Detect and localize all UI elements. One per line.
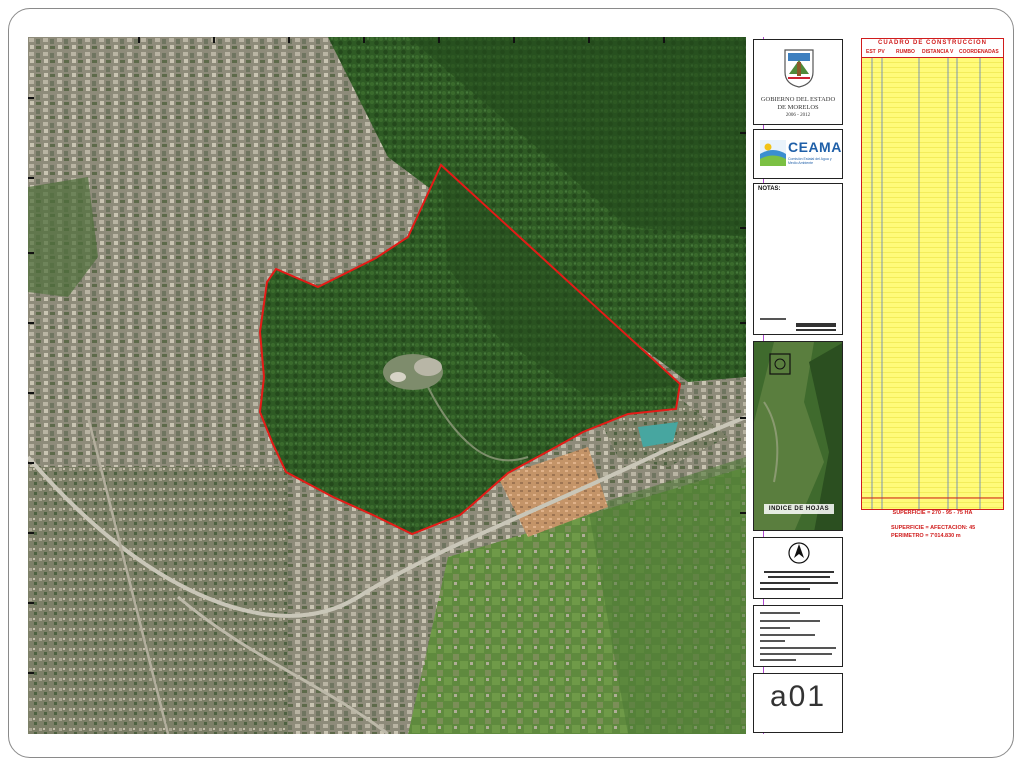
index-box: INDICE DE HOJAS — [753, 341, 843, 531]
map-tick — [138, 37, 140, 43]
notes-mark — [796, 329, 836, 331]
col-header-pv: PV — [878, 49, 885, 55]
table-footer-area: SUPERFICIE = 270 - 95 - 75 HA — [892, 510, 973, 516]
map-tick — [740, 227, 746, 229]
col-header-coordenadas: COORDENADAS — [959, 49, 999, 55]
table-footer-perimeter: PERIMETRO = 7'014.830 m — [891, 533, 961, 539]
map-tick — [740, 132, 746, 134]
map-tick — [28, 322, 34, 324]
map-tick — [288, 37, 290, 43]
title-block: GOBIERNO DEL ESTADO DE MORELOS 2006 - 20… — [750, 37, 846, 734]
source-line — [760, 634, 815, 636]
ceama-logo-icon — [760, 140, 786, 166]
map-tick — [28, 97, 34, 99]
map-tick — [28, 462, 34, 464]
info-line — [768, 576, 830, 578]
government-period: 2006 - 2012 — [785, 113, 811, 118]
col-header-rumbo: RUMBO — [896, 49, 915, 55]
construction-table-title: CUADRO DE CONSTRUCCION — [862, 39, 1003, 48]
map-tick — [438, 37, 440, 43]
col-header-v: V — [950, 49, 954, 55]
construction-table-header: EST PV RUMBO DISTANCIA V COORDENADAS — [862, 48, 1003, 58]
agency-box: CEAMA Comisión Estatal del Agua y Medio … — [753, 129, 843, 179]
map-tick — [28, 252, 34, 254]
agency-subtitle: Comisión Estatal del Agua y Medio Ambien… — [788, 157, 832, 165]
sheet-code: a01 — [769, 680, 827, 713]
north-arrow-icon — [788, 542, 810, 564]
agency-logo-text: CEAMA — [788, 139, 842, 155]
source-line — [760, 640, 785, 642]
map-tick — [28, 602, 34, 604]
construction-table: CUADRO DE CONSTRUCCION EST PV RUMBO DIST… — [861, 38, 1004, 510]
source-line — [760, 647, 836, 649]
north-box — [753, 537, 843, 599]
info-line — [760, 588, 810, 590]
source-line — [760, 620, 820, 622]
map-tick — [28, 532, 34, 534]
map-tick — [363, 37, 365, 43]
info-line — [764, 571, 834, 573]
notes-label: NOTAS: — [758, 186, 781, 192]
map-tick — [513, 37, 515, 43]
map-tick — [28, 392, 34, 394]
map-tick — [663, 37, 665, 43]
map-tick — [740, 512, 746, 514]
source-line — [760, 653, 832, 655]
map-tick — [213, 37, 215, 43]
col-header-distancia: DISTANCIA — [922, 49, 949, 55]
notes-mark — [796, 323, 836, 327]
government-name-line2: DE MORELOS — [777, 104, 819, 111]
notes-box: NOTAS: — [753, 183, 843, 335]
sheet-code-box: a01 — [753, 673, 843, 733]
notes-mark — [760, 318, 786, 320]
source-line — [760, 659, 796, 661]
index-map — [754, 342, 842, 530]
map-tick — [740, 417, 746, 419]
source-line — [760, 612, 800, 614]
aerial-photo — [28, 37, 746, 734]
map-tick — [28, 177, 34, 179]
map-tick — [588, 37, 590, 43]
construction-table-grid — [862, 58, 1003, 509]
col-header-est: EST — [866, 49, 876, 55]
government-box: GOBIERNO DEL ESTADO DE MORELOS 2006 - 20… — [753, 39, 843, 125]
index-label: INDICE DE HOJAS — [768, 506, 830, 512]
government-name-line1: GOBIERNO DEL ESTADO — [760, 96, 836, 103]
map-tick — [28, 672, 34, 674]
info-line — [760, 582, 838, 584]
map-tick — [740, 322, 746, 324]
source-box — [753, 605, 843, 667]
source-line — [760, 627, 790, 629]
table-footer-affected: SUPERFICIE = AFECTACION: 45 — [891, 525, 976, 531]
aerial-map[interactable] — [28, 37, 746, 734]
state-seal-icon — [784, 49, 814, 88]
